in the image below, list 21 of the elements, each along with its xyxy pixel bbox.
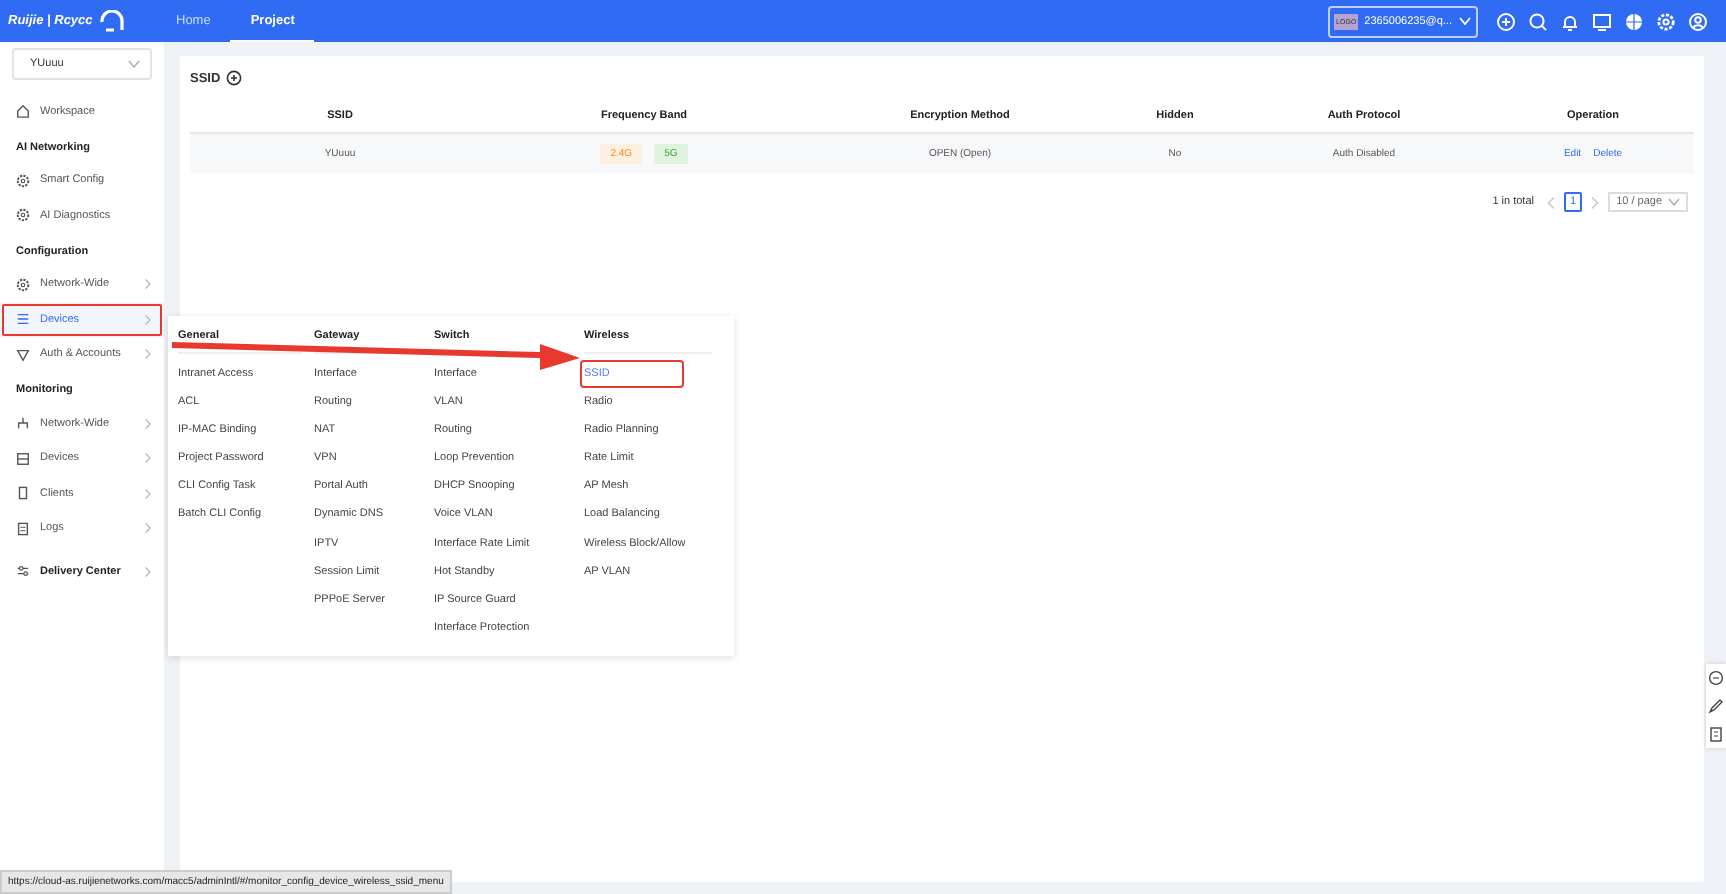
clipboard-icon[interactable]: [1708, 726, 1724, 742]
bell-icon[interactable]: [1560, 11, 1580, 31]
gear-icon: [16, 277, 30, 292]
caret-icon: [1668, 198, 1680, 206]
grid-icon: [16, 451, 30, 466]
home-icon: [16, 104, 30, 119]
gear-icon: [16, 173, 30, 188]
gear-icon[interactable]: [1656, 11, 1676, 31]
globe-icon[interactable]: [1624, 11, 1644, 31]
sliders-icon: [16, 564, 30, 579]
tree-icon: [16, 416, 30, 431]
caret-icon: [1458, 16, 1472, 26]
user-icon[interactable]: [1688, 11, 1708, 31]
gear-icon: [16, 208, 30, 223]
pen-icon[interactable]: [1708, 698, 1724, 714]
search-icon[interactable]: [1528, 11, 1548, 31]
caret-icon: [128, 60, 140, 68]
logo-icon: [98, 10, 127, 32]
doc-icon: [16, 521, 30, 536]
list-icon: [16, 312, 30, 327]
add-icon[interactable]: [226, 70, 243, 86]
